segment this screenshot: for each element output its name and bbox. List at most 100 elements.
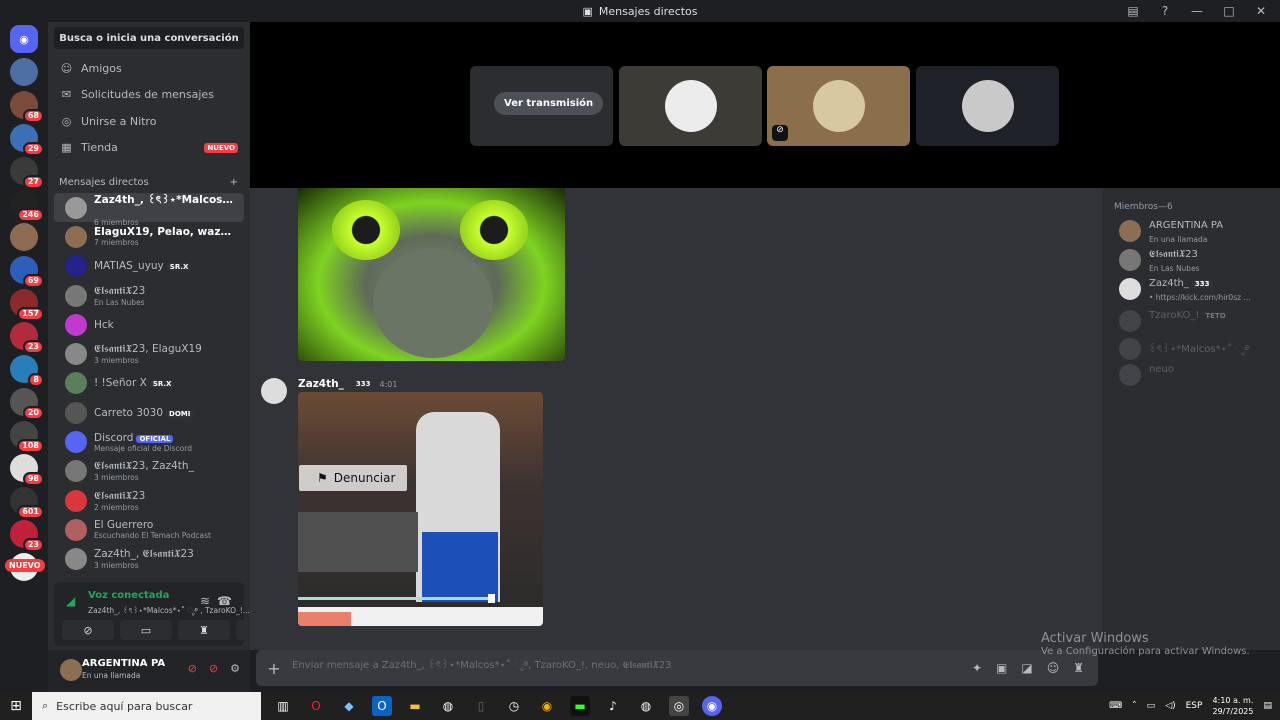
member-item[interactable]: neuo xyxy=(1119,364,1174,386)
app-icon[interactable]: ▯ xyxy=(471,696,491,716)
dm-item[interactable]: Hck xyxy=(54,310,244,339)
new-servers-pill[interactable]: NUEVO xyxy=(5,559,45,572)
dm-item[interactable]: Carreto 3030 DOMI xyxy=(54,398,244,427)
discord-icon[interactable]: ◉ xyxy=(702,696,722,716)
volume-icon[interactable]: ◁) xyxy=(1165,701,1175,711)
server-icon[interactable] xyxy=(10,58,38,86)
tiktok-icon[interactable]: ♪ xyxy=(603,696,623,716)
language-indicator[interactable]: ESP xyxy=(1186,701,1203,711)
image-attachment[interactable] xyxy=(298,188,565,361)
dm-item[interactable]: 𝕰𝖑𝖘𝖆𝖓𝖙𝖎𝖃23, Zaz4th_ 3 miembros xyxy=(54,457,244,486)
clock[interactable]: 4:10 a. m. 29/7/2025 xyxy=(1212,695,1253,717)
obs-icon[interactable]: ◎ xyxy=(669,696,689,716)
add-dm-icon[interactable]: + xyxy=(230,177,238,188)
dm-item[interactable]: 𝕰𝖑𝖘𝖆𝖓𝖙𝖎𝖃23 2 miembros xyxy=(54,486,244,515)
maximize-button[interactable]: □ xyxy=(1218,4,1240,18)
watch-stream-button[interactable]: Ver transmisión xyxy=(494,92,604,115)
attach-plus-icon[interactable]: + xyxy=(256,659,292,678)
close-button[interactable]: ✕ xyxy=(1250,4,1272,18)
file-explorer-icon[interactable]: ▬ xyxy=(405,696,425,716)
server-icon[interactable]: 246 xyxy=(10,190,44,222)
user-name[interactable]: ARGENTINA PA xyxy=(82,658,165,669)
minimize-button[interactable]: — xyxy=(1186,4,1208,18)
taskbar-search[interactable]: ⌕ Escribe aquí para buscar xyxy=(32,692,261,720)
participant-tile[interactable] xyxy=(916,66,1059,146)
activities-button[interactable]: ♜ xyxy=(178,620,230,640)
dm-item[interactable]: ! !Señor X SR.X xyxy=(54,369,244,398)
dm-item[interactable]: Zaz4th_, ꒰ৎ꒱⋆*Malcos*⋆˚ ೃ࿔, ...6 miembro… xyxy=(54,193,244,227)
report-button[interactable]: ⚑ Denunciar xyxy=(299,465,407,491)
disconnect-icon[interactable]: ☎ xyxy=(217,594,232,608)
inbox-icon[interactable]: ▤ xyxy=(1122,4,1144,18)
dm-item[interactable]: 𝕰𝖑𝖘𝖆𝖓𝖙𝖎𝖃23, ElaguX19 3 miembros xyxy=(54,339,244,368)
dm-item[interactable]: Zaz4th_, 𝕰𝖑𝖘𝖆𝖓𝖙𝖎𝖃23 3 miembros xyxy=(54,545,244,574)
server-icon[interactable]: 27 xyxy=(10,157,44,189)
search-conversation-button[interactable]: Busca o inicia una conversación xyxy=(54,27,244,49)
chrome-icon[interactable]: ◉ xyxy=(537,696,557,716)
clock-app-icon[interactable]: ◷ xyxy=(504,696,524,716)
video-attachment[interactable]: ⚑ Denunciar xyxy=(298,392,543,626)
avatar[interactable] xyxy=(261,378,287,404)
dm-item[interactable]: 𝕰𝖑𝖘𝖆𝖓𝖙𝖎𝖃23 En Las Nubes xyxy=(54,281,244,310)
video-progress[interactable] xyxy=(298,597,492,600)
nav-friends[interactable]: ☺ Amigos xyxy=(48,55,250,82)
chevron-up-icon[interactable]: ˄ xyxy=(1132,701,1137,711)
dm-item[interactable]: Discord OFICIAL Mensaje oficial de Discord xyxy=(54,427,244,456)
task-view-icon[interactable]: ▥ xyxy=(273,696,293,716)
voice-status[interactable]: Voz conectada xyxy=(88,590,169,601)
message-input[interactable]: Enviar mensaje a Zaz4th_, ꒰ৎ꒱⋆*Malcos*⋆˚… xyxy=(292,654,972,682)
deafened-icon[interactable]: ⊘ xyxy=(209,662,218,675)
dm-item[interactable]: MATIAS_uyuy SR.X xyxy=(54,252,244,281)
emoji-icon[interactable]: ☺ xyxy=(1047,661,1060,675)
member-item[interactable]: Zaz4th_ 333 • https://kick.com/hir0sz ... xyxy=(1119,278,1251,303)
server-icon[interactable]: 23 xyxy=(10,322,44,354)
message-author[interactable]: Zaz4th_ xyxy=(298,378,344,390)
camera-off-button[interactable]: ⊘ xyxy=(62,620,114,640)
server-icon[interactable]: 23 xyxy=(10,520,44,552)
server-icon[interactable]: 601 xyxy=(10,487,44,519)
help-icon[interactable]: ? xyxy=(1154,4,1176,18)
stream-tile[interactable]: Ver transmisión xyxy=(470,66,613,146)
member-item[interactable]: TzaroKO_! TETO xyxy=(1119,310,1229,332)
terminal-icon[interactable]: ▬ xyxy=(570,696,590,716)
participant-tile[interactable]: ⊘ xyxy=(767,66,910,146)
sticker-icon[interactable]: ◪ xyxy=(1021,661,1032,675)
nav-shop[interactable]: ▦ Tienda NUEVO xyxy=(48,135,250,162)
member-item[interactable]: ꒰ৎ꒱⋆*Malcos*⋆˚ ೃ࿔ xyxy=(1119,338,1249,366)
screen-share-button[interactable]: ▭ xyxy=(120,620,172,640)
video-progress-handle[interactable] xyxy=(488,594,495,603)
server-icon[interactable]: 29 xyxy=(10,124,44,156)
server-icon[interactable]: 20 xyxy=(10,388,44,420)
discord-home-button[interactable]: ◉ xyxy=(10,25,38,53)
outlook-icon[interactable]: O xyxy=(372,696,392,716)
notifications-icon[interactable]: ▤ xyxy=(1263,701,1272,711)
server-icon[interactable] xyxy=(10,223,38,251)
windows-start-icon[interactable]: ⊞ xyxy=(0,698,32,714)
steam-icon[interactable]: ◍ xyxy=(636,696,656,716)
participant-tile[interactable] xyxy=(619,66,762,146)
nav-message-requests[interactable]: ✉ Solicitudes de mensajes xyxy=(48,82,250,109)
opera-icon[interactable]: O xyxy=(306,696,326,716)
nav-nitro[interactable]: ◎ Unirse a Nitro xyxy=(48,108,250,135)
gif-icon[interactable]: ▣ xyxy=(996,661,1007,675)
copilot-icon[interactable]: ◆ xyxy=(339,696,359,716)
server-icon[interactable]: 68 xyxy=(10,91,44,123)
apps-icon[interactable]: ♜ xyxy=(1073,661,1084,675)
avatar[interactable] xyxy=(60,659,82,681)
steam-icon[interactable]: ◍ xyxy=(438,696,458,716)
keyboard-icon[interactable]: ⌨ xyxy=(1109,701,1122,711)
network-icon[interactable]: ▭ xyxy=(1147,701,1156,711)
server-icon[interactable]: 108 xyxy=(10,421,44,453)
server-icon[interactable]: 157 xyxy=(10,289,44,321)
gift-icon[interactable]: ✦ xyxy=(972,661,982,675)
dm-item[interactable]: El Guerrero Escuchando El Temach Podcast xyxy=(54,515,244,544)
member-item[interactable]: 𝕰𝖑𝖘𝖆𝖓𝖙𝖎𝖃23 En Las Nubes xyxy=(1119,249,1200,274)
gear-icon[interactable]: ⚙ xyxy=(230,662,240,675)
server-icon[interactable]: 69 xyxy=(10,256,44,288)
mic-muted-icon[interactable]: ⊘ xyxy=(188,662,197,675)
dm-item[interactable]: ElaguX19, Pelao, wazex., Zaz4...7 miembr… xyxy=(54,222,244,251)
noise-suppression-icon[interactable]: ≋ xyxy=(200,594,210,608)
server-icon[interactable]: 98 xyxy=(10,454,44,486)
member-item[interactable]: ARGENTINA PA En una llamada xyxy=(1119,220,1223,245)
server-icon[interactable]: 8 xyxy=(10,355,44,387)
